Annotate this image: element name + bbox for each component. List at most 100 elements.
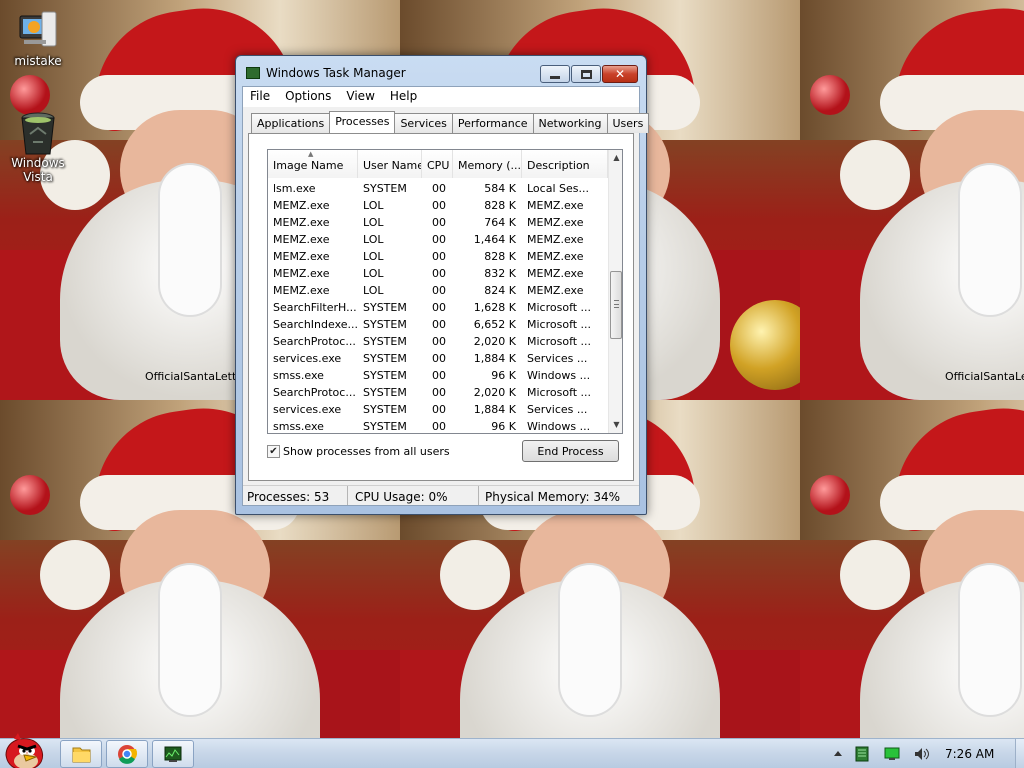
tab-strip: Applications Processes Services Performa… <box>251 111 650 133</box>
maximize-button[interactable] <box>571 65 601 83</box>
process-list[interactable]: ▲ Image Name User Name CPU Memory (... D… <box>267 149 623 434</box>
menu-view[interactable]: View <box>339 87 382 107</box>
cell-memory: 96 K <box>491 420 516 433</box>
cell-cpu: 00 <box>432 216 446 229</box>
cell-memory: 764 K <box>484 216 516 229</box>
cell-description: MEMZ.exe <box>527 250 584 263</box>
scroll-thumb[interactable] <box>610 271 622 339</box>
menu-file[interactable]: File <box>243 87 278 107</box>
column-memory[interactable]: Memory (... <box>453 150 522 178</box>
cell-image-name: SearchProtoc... <box>273 335 356 348</box>
desktop-icon-windows-vista[interactable]: Windows Vista <box>0 110 76 184</box>
chevron-up-icon[interactable] <box>833 749 843 759</box>
cell-memory: 828 K <box>484 250 516 263</box>
cell-image-name: services.exe <box>273 352 342 365</box>
start-button[interactable] <box>2 733 48 768</box>
menu-options[interactable]: Options <box>278 87 339 107</box>
table-row[interactable]: smss.exe SYSTEM 00 96 K Windows ... <box>268 417 608 433</box>
tab-networking[interactable]: Networking <box>532 113 608 133</box>
cell-description: Local Ses... <box>527 182 589 195</box>
tab-performance[interactable]: Performance <box>451 113 534 133</box>
cell-cpu: 00 <box>432 284 446 297</box>
vertical-scrollbar[interactable]: ▲ ▼ <box>608 150 622 433</box>
cell-cpu: 00 <box>432 318 446 331</box>
tab-users[interactable]: Users <box>606 113 650 133</box>
table-row[interactable]: SearchIndexe... SYSTEM 00 6,652 K Microsoft … <box>268 315 608 332</box>
table-row[interactable]: SearchFilterH... SYSTEM 00 1,628 K Microsoft… <box>268 298 608 315</box>
table-row[interactable]: MEMZ.exe LOL 00 828 K MEMZ.exe <box>268 196 608 213</box>
cell-user-name: SYSTEM <box>363 369 407 382</box>
table-row[interactable]: lsm.exe SYSTEM 00 584 K Local Ses... <box>268 179 608 196</box>
monitor-icon[interactable] <box>855 746 869 762</box>
cell-image-name: MEMZ.exe <box>273 250 330 263</box>
table-row[interactable]: services.exe SYSTEM 00 1,884 K Services ... <box>268 400 608 417</box>
taskbar-clock[interactable]: 7:26 AM <box>945 747 994 761</box>
cell-cpu: 00 <box>432 182 446 195</box>
taskbar-chrome-button[interactable] <box>106 740 148 768</box>
show-all-users-checkbox[interactable]: ✔ Show processes from all users <box>267 445 450 458</box>
desktop-icon-mistake[interactable]: mistake <box>0 8 76 68</box>
column-label: Description <box>527 159 590 172</box>
cell-description: MEMZ.exe <box>527 284 584 297</box>
tab-services[interactable]: Services <box>394 113 453 133</box>
status-processes: Processes: 53 <box>243 486 348 505</box>
grip-icon <box>614 300 619 308</box>
wallpaper-watermark: OfficialSantaLetters <box>945 370 1024 383</box>
cell-image-name: MEMZ.exe <box>273 284 330 297</box>
cell-memory: 2,020 K <box>473 386 516 399</box>
cell-memory: 584 K <box>484 182 516 195</box>
folder-icon <box>72 747 91 763</box>
show-desktop-button[interactable] <box>1015 739 1024 768</box>
menu-help[interactable]: Help <box>383 87 425 107</box>
scroll-down-icon[interactable]: ▼ <box>609 417 622 433</box>
show-all-users-label: Show processes from all users <box>283 445 450 458</box>
cell-user-name: SYSTEM <box>363 318 407 331</box>
cell-memory: 832 K <box>484 267 516 280</box>
volume-icon[interactable] <box>913 747 931 761</box>
process-list-header: ▲ Image Name User Name CPU Memory (... D… <box>268 150 608 178</box>
network-icon[interactable] <box>883 747 901 761</box>
table-row[interactable]: services.exe SYSTEM 00 1,884 K Services ... <box>268 349 608 366</box>
cell-image-name: services.exe <box>273 403 342 416</box>
table-row[interactable]: smss.exe SYSTEM 00 96 K Windows ... <box>268 366 608 383</box>
table-row[interactable]: SearchProtoc... SYSTEM 00 2,020 K Microsoft … <box>268 383 608 400</box>
cell-description: Microsoft ... <box>527 335 592 348</box>
minimize-button[interactable] <box>540 65 570 83</box>
column-cpu[interactable]: CPU <box>422 150 453 178</box>
cell-image-name: MEMZ.exe <box>273 233 330 246</box>
close-button[interactable]: ✕ <box>602 65 638 83</box>
status-bar: Processes: 53 CPU Usage: 0% Physical Mem… <box>243 485 639 505</box>
maximize-icon <box>580 69 592 79</box>
process-rows: lsm.exe SYSTEM 00 584 K Local Ses... MEMZ.exe… <box>268 179 608 433</box>
end-process-button[interactable]: End Process <box>522 440 619 462</box>
desktop-icon-label: mistake <box>14 54 62 68</box>
table-row[interactable]: MEMZ.exe LOL 00 828 K MEMZ.exe <box>268 247 608 264</box>
title-bar[interactable]: Windows Task Manager ✕ <box>236 56 646 86</box>
column-description[interactable]: Description <box>522 150 608 178</box>
checkbox-checked-icon[interactable]: ✔ <box>267 445 280 458</box>
taskbar-task-manager-button[interactable] <box>152 740 194 768</box>
table-row[interactable]: MEMZ.exe LOL 00 832 K MEMZ.exe <box>268 264 608 281</box>
status-cpu-usage: CPU Usage: 0% <box>348 486 479 505</box>
cell-image-name: SearchProtoc... <box>273 386 356 399</box>
table-row[interactable]: MEMZ.exe LOL 00 764 K MEMZ.exe <box>268 213 608 230</box>
cell-description: Microsoft ... <box>527 318 592 331</box>
taskbar-explorer-button[interactable] <box>60 740 102 768</box>
system-tray: 7:26 AM <box>825 739 1024 768</box>
scroll-up-icon[interactable]: ▲ <box>609 150 622 166</box>
tab-applications[interactable]: Applications <box>251 113 331 133</box>
cell-cpu: 00 <box>432 250 446 263</box>
cell-user-name: SYSTEM <box>363 352 407 365</box>
table-row[interactable]: MEMZ.exe LOL 00 1,464 K MEMZ.exe <box>268 230 608 247</box>
cell-image-name: SearchFilterH... <box>273 301 357 314</box>
tab-processes[interactable]: Processes <box>329 111 396 133</box>
cell-memory: 2,020 K <box>473 335 516 348</box>
table-row[interactable]: SearchProtoc... SYSTEM 00 2,020 K Microsoft … <box>268 332 608 349</box>
cell-user-name: SYSTEM <box>363 301 407 314</box>
cell-user-name: SYSTEM <box>363 182 407 195</box>
column-user-name[interactable]: User Name <box>358 150 422 178</box>
table-row[interactable]: MEMZ.exe LOL 00 824 K MEMZ.exe <box>268 281 608 298</box>
column-label: CPU <box>427 159 450 172</box>
cell-image-name: smss.exe <box>273 420 324 433</box>
column-image-name[interactable]: ▲ Image Name <box>268 150 358 178</box>
